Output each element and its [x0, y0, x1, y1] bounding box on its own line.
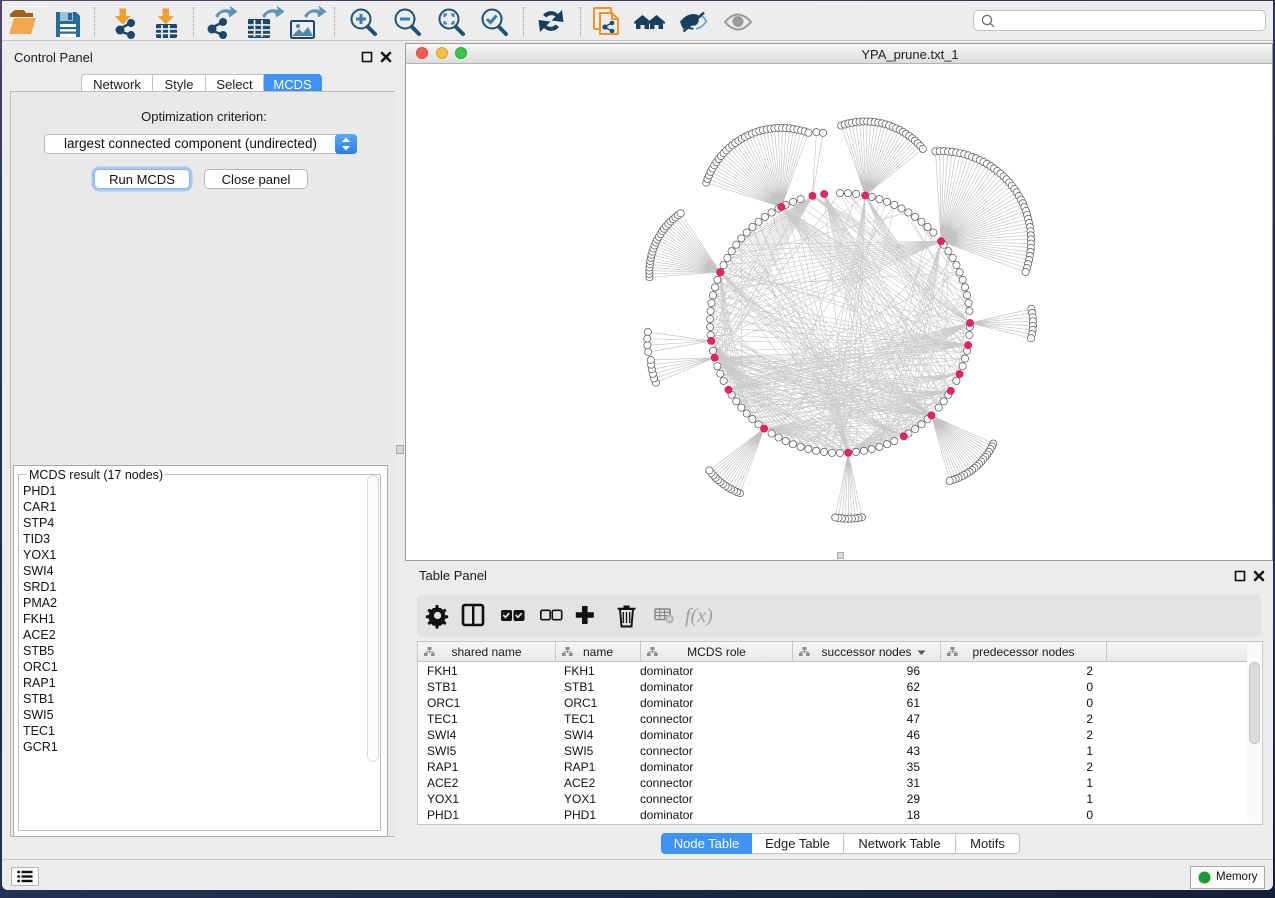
svg-text:f(x): f(x): [685, 605, 713, 627]
